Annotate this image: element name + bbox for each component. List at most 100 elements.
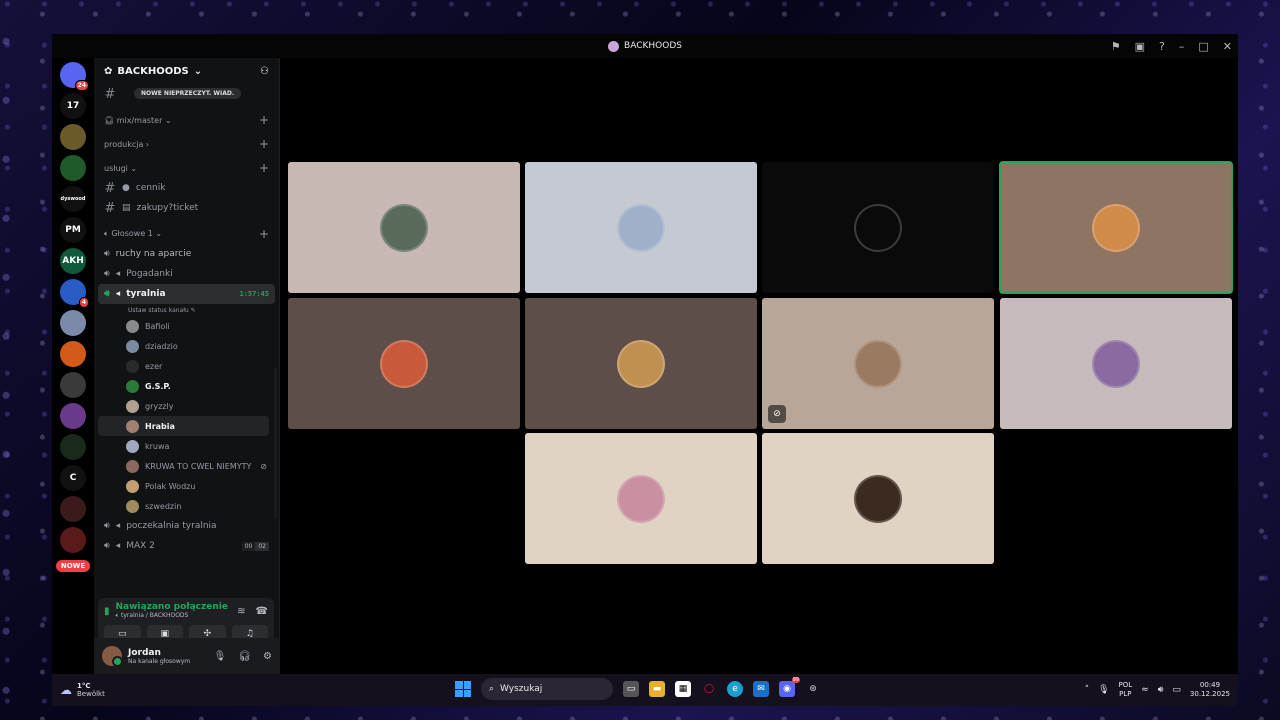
add-channel-icon[interactable]: +	[259, 113, 269, 127]
muted-icon: ⊘	[768, 405, 786, 423]
add-channel-icon[interactable]: +	[259, 161, 269, 175]
channel-row-hidden[interactable]: # NOWE NIEPRZECZYT. WIAD.	[98, 84, 275, 104]
participant-tile[interactable]	[288, 162, 520, 293]
help-icon[interactable]: ?	[1159, 40, 1165, 53]
avatar	[854, 203, 902, 252]
opera-icon[interactable]: ◯	[701, 681, 717, 697]
participant-tile[interactable]	[288, 298, 520, 429]
server-icon[interactable]	[60, 155, 86, 181]
server-label: dyswood	[60, 196, 86, 202]
avatar	[126, 499, 139, 513]
weather-widget[interactable]: ☁ 1°C Bewölkt	[52, 682, 105, 698]
new-messages-pill[interactable]: NOWE NIEPRZECZYT. WIAD.	[134, 88, 242, 99]
participant-tile[interactable]	[525, 298, 757, 429]
server-icon[interactable]	[60, 496, 86, 522]
server-icon[interactable]	[60, 124, 86, 150]
voice-channel-tyralnia[interactable]: 🔊︎ ◂ tyralnia 1:57:45	[98, 284, 275, 304]
server-icon[interactable]	[60, 434, 86, 460]
avatar[interactable]	[102, 646, 123, 667]
file-explorer-icon[interactable]: ▬	[649, 681, 665, 697]
voice-channel-pogadanki[interactable]: 🔊︎ ◂ Pogadanki	[98, 264, 275, 284]
flag-icon[interactable]: ⚑	[1111, 40, 1121, 53]
voice-member[interactable]: G.S.P.	[98, 376, 275, 396]
inbox-icon[interactable]: ▣	[1135, 40, 1145, 53]
maximize-button[interactable]: □	[1198, 40, 1208, 53]
connection-location[interactable]: 🔈︎ tyralnia / BACKHOODS	[116, 612, 228, 620]
server-icon[interactable]: 17	[60, 93, 86, 119]
server-icon[interactable]	[60, 527, 86, 553]
clock[interactable]: 00:49 30.12.2025	[1190, 681, 1230, 699]
category-uslugi[interactable]: usługi ⌄ +	[98, 158, 275, 178]
channel-cennik[interactable]: # ● cennik	[98, 178, 275, 198]
avatar	[126, 319, 139, 333]
voice-channel-max2[interactable]: 🔊︎ ◂ MAX 2 00 02	[98, 536, 275, 556]
voice-member[interactable]: dziadzio	[98, 336, 275, 356]
add-channel-icon[interactable]: +	[259, 227, 269, 241]
server-icon[interactable]: 4	[60, 279, 89, 308]
search-input[interactable]: ⌕ Wyszukaj	[481, 678, 613, 700]
avatar	[617, 339, 665, 388]
channel-status-prompt[interactable]: Ustaw status kanału ✎	[98, 304, 275, 316]
microphone-icon[interactable]: 🎙︎	[1098, 685, 1109, 695]
server-icon[interactable]: AKH	[60, 248, 86, 274]
language-indicator[interactable]: POL PLP	[1119, 681, 1133, 699]
server-icon[interactable]	[60, 341, 86, 367]
server-icon[interactable]	[60, 403, 86, 429]
server-icon[interactable]: PM	[60, 217, 86, 243]
category-glosowe[interactable]: 🔈︎ Głosowe 1 ⌄ +	[98, 224, 275, 244]
category-produkcja[interactable]: produkcja › +	[98, 134, 275, 154]
edge-icon[interactable]: e	[727, 681, 743, 697]
server-icon[interactable]	[60, 310, 86, 336]
category-mix-master[interactable]: 🎧︎ mix/master ⌄ +	[98, 110, 275, 130]
server-icon[interactable]	[60, 372, 86, 398]
steam-icon[interactable]: ⊛	[805, 681, 821, 697]
server-icon[interactable]: 24	[60, 62, 89, 91]
mail-icon[interactable]: ✉	[753, 681, 769, 697]
start-button[interactable]	[455, 681, 471, 697]
voice-member[interactable]: kruwa	[98, 436, 275, 456]
channel-zakupy[interactable]: # ▤ zakupy?ticket	[98, 198, 275, 218]
chevron-up-icon[interactable]: ˄	[1085, 685, 1090, 695]
add-channel-icon[interactable]: +	[259, 137, 269, 151]
voice-connected-icon: 🔊︎	[104, 289, 110, 299]
voice-member[interactable]: KRUWA TO CWEL NIEMYTY ⊘	[98, 456, 275, 476]
signal-icon[interactable]: ▮	[104, 606, 110, 617]
participant-tile[interactable]	[999, 161, 1233, 294]
add-member-icon[interactable]: ⚇	[260, 66, 269, 77]
participant-tile[interactable]	[1000, 298, 1232, 429]
voice-member[interactable]: Hrabia	[98, 416, 269, 436]
battery-icon[interactable]: ▭	[1172, 685, 1181, 695]
sidebar-scrollbar[interactable]	[274, 368, 277, 518]
new-unreads-pill[interactable]: NOWE	[55, 560, 91, 572]
voice-member[interactable]: Polak Wodzu	[98, 476, 275, 496]
avatar	[854, 339, 902, 388]
headphones-icon[interactable]: 🎧︎	[238, 651, 251, 662]
voice-member[interactable]: Bafioli	[98, 316, 275, 336]
task-view-icon[interactable]: ▭	[623, 681, 639, 697]
participant-tile[interactable]	[525, 433, 757, 564]
wifi-icon[interactable]: ≈	[1141, 685, 1149, 695]
voice-member[interactable]: szwedzin	[98, 496, 275, 516]
voice-channel-ruchy[interactable]: 🔊︎ ruchy na aparcie	[98, 244, 275, 264]
server-header[interactable]: ✿ BACKHOODS ⌄ ⚇	[94, 58, 279, 84]
volume-icon[interactable]: 🔊︎	[1158, 685, 1164, 695]
call-timer: 1:57:45	[239, 290, 269, 298]
server-icon[interactable]: C	[60, 465, 86, 491]
server-icon[interactable]: dyswood	[60, 186, 86, 212]
participant-tile[interactable]	[525, 162, 757, 293]
participant-tile[interactable]	[762, 162, 994, 293]
participant-tile[interactable]	[762, 433, 994, 564]
disconnect-icon[interactable]: ☎	[256, 606, 268, 617]
participant-tile[interactable]: ⊘	[762, 298, 994, 429]
store-icon[interactable]: ▦	[675, 681, 691, 697]
close-button[interactable]: ✕	[1223, 40, 1232, 53]
voice-member[interactable]: ezer	[98, 356, 275, 376]
minimize-button[interactable]: –	[1179, 40, 1185, 53]
discord-icon[interactable]: ◉ 99	[779, 677, 800, 697]
microphone-icon[interactable]: 🎙︎	[214, 651, 227, 662]
settings-gear-icon[interactable]: ⚙	[263, 651, 272, 662]
voice-member[interactable]: gryzzly	[98, 396, 275, 416]
hash-icon: #	[104, 200, 116, 216]
voice-channel-poczekalnia[interactable]: 🔊︎ ◂ poczekalnia tyralnia	[98, 516, 275, 536]
noise-suppression-icon[interactable]: ≋	[237, 606, 245, 617]
